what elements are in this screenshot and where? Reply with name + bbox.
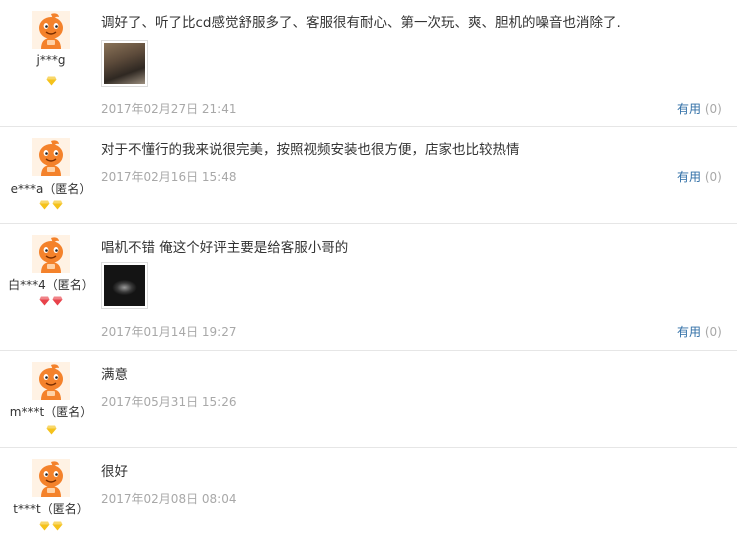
gold-diamond-icon <box>39 200 50 210</box>
avatar[interactable] <box>32 138 70 176</box>
reviewer-name: 白***4（匿名） <box>8 278 94 292</box>
review-text: 满意 <box>101 367 128 383</box>
mascot-avatar-icon <box>32 362 70 400</box>
mascot-avatar-icon <box>32 138 70 176</box>
review-photo <box>104 265 145 306</box>
review-date: 2017年01月14日 19:27 <box>101 325 237 339</box>
avatar[interactable] <box>32 235 70 273</box>
mascot-avatar-icon <box>32 235 70 273</box>
review-text: 对于不懂行的我来说很完美，按照视频安装也很方便，店家也比较热情 <box>101 142 520 158</box>
red-diamond-icon <box>39 296 50 306</box>
gold-diamond-icon <box>46 76 56 86</box>
level-badge <box>0 296 102 306</box>
useful-count: (0) <box>704 102 722 116</box>
avatar[interactable] <box>32 459 70 497</box>
gold-diamond-icon <box>52 200 63 210</box>
avatar[interactable] <box>32 362 70 400</box>
review-photo-thumbnail[interactable] <box>101 262 148 309</box>
useful-button[interactable]: 有用 (0) <box>677 100 722 117</box>
level-badge <box>0 76 102 86</box>
level-badge <box>0 425 102 435</box>
red-diamond-icon <box>52 296 63 306</box>
reviewer-name: m***t（匿名） <box>9 405 93 419</box>
review-photo <box>104 43 145 84</box>
review-date: 2017年02月08日 08:04 <box>101 492 237 506</box>
reviewer-name: e***a（匿名） <box>10 182 92 196</box>
review-date: 2017年05月31日 15:26 <box>101 395 237 409</box>
review-item: t***t（匿名） 很好 2017年02月08日 08:04 <box>0 448 737 546</box>
useful-count: (0) <box>704 325 722 339</box>
reviewer-name: j***g <box>36 53 66 67</box>
useful-label[interactable]: 有用 <box>677 170 701 184</box>
mascot-avatar-icon <box>32 11 70 49</box>
review-text: 唱机不错 俺这个好评主要是给客服小哥的 <box>101 240 349 256</box>
gold-diamond-icon <box>39 521 50 531</box>
review-date: 2017年02月16日 15:48 <box>101 170 237 184</box>
review-text: 调好了、听了比cd感觉舒服多了、客服很有耐心、第一次玩、爽、胆机的噪音也消除了. <box>101 15 621 31</box>
review-item: j***g 调好了、听了比cd感觉舒服多了、客服很有耐心、第一次玩、爽、胆机的噪… <box>0 0 737 127</box>
useful-label[interactable]: 有用 <box>677 102 701 116</box>
gold-diamond-icon <box>46 425 56 435</box>
useful-label[interactable]: 有用 <box>677 325 701 339</box>
mascot-avatar-icon <box>32 459 70 497</box>
level-badge <box>0 521 102 531</box>
review-item: e***a（匿名） 对于不懂行的我来说很完美，按照视频安装也很方便，店家也比较热… <box>0 127 737 224</box>
useful-button[interactable]: 有用 (0) <box>677 168 722 185</box>
level-badge <box>0 200 102 210</box>
useful-button[interactable]: 有用 (0) <box>677 323 722 340</box>
review-text: 很好 <box>101 464 128 480</box>
useful-count: (0) <box>704 170 722 184</box>
review-date: 2017年02月27日 21:41 <box>101 102 237 116</box>
review-photo-thumbnail[interactable] <box>101 40 148 87</box>
review-item: m***t（匿名） 满意 2017年05月31日 15:26 <box>0 351 737 448</box>
review-item: 白***4（匿名） 唱机不错 俺这个好评主要是给客服小哥的 2017年01月14… <box>0 224 737 351</box>
avatar[interactable] <box>32 11 70 49</box>
gold-diamond-icon <box>52 521 63 531</box>
reviewer-name: t***t（匿名） <box>13 502 89 516</box>
